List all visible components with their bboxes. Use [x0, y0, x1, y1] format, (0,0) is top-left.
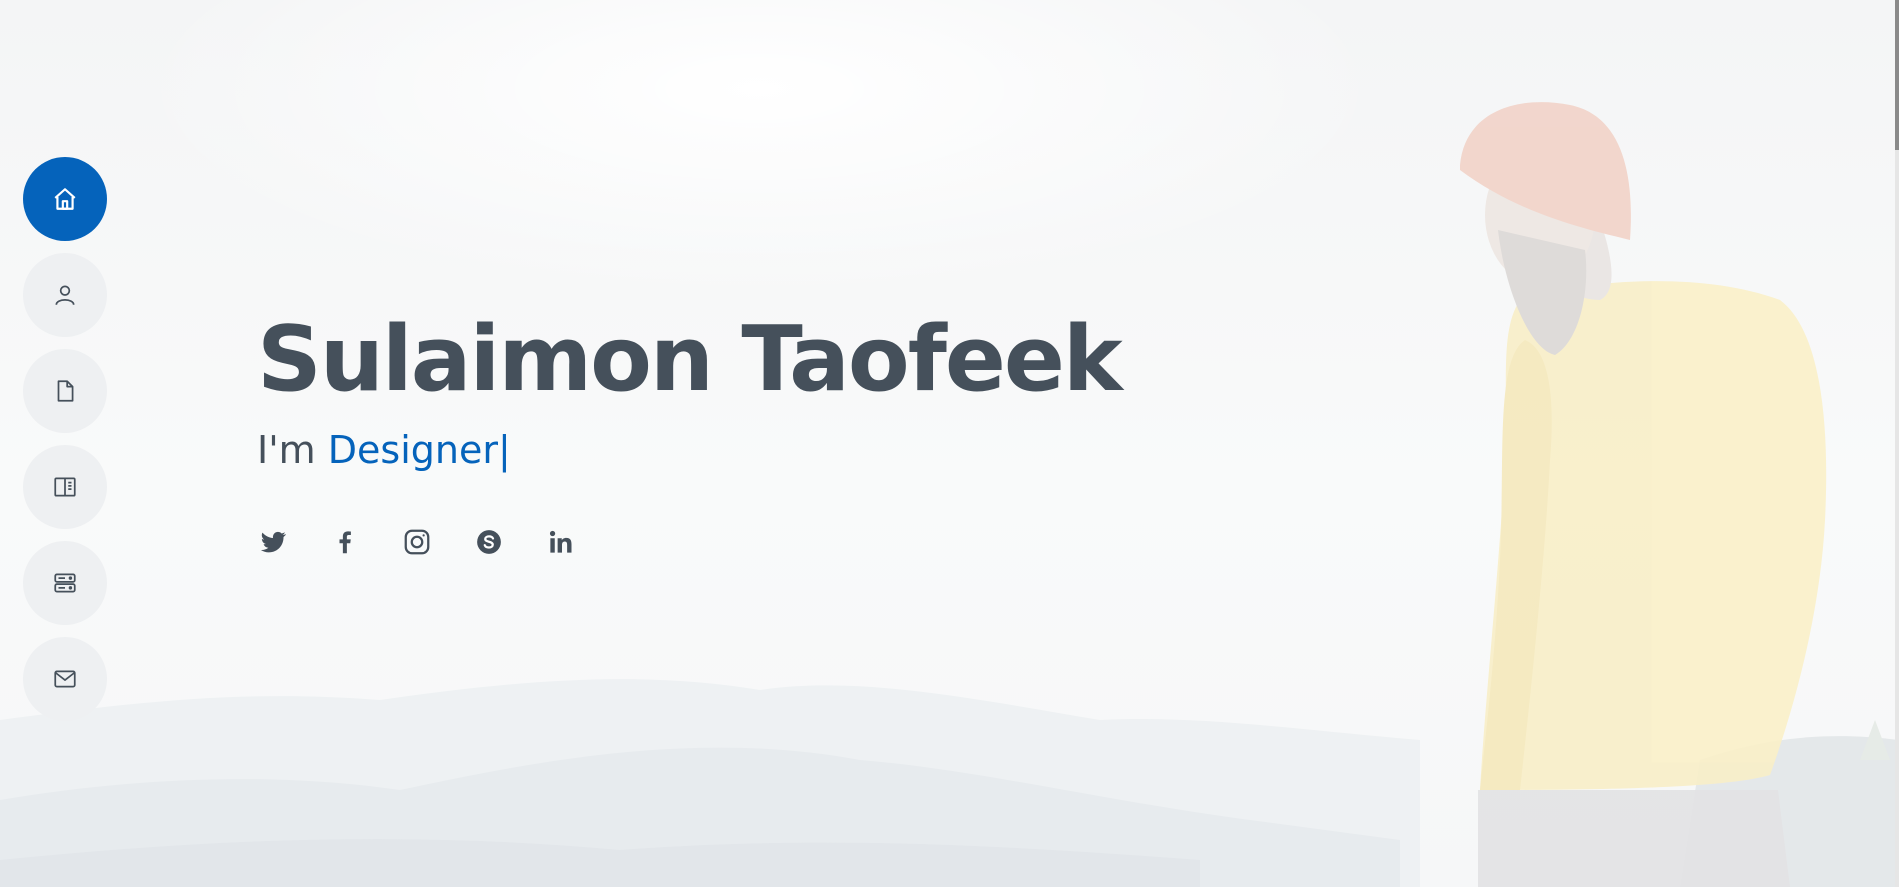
social-links [258, 527, 576, 557]
facebook-link[interactable] [330, 527, 360, 557]
book-half-icon [54, 477, 76, 497]
nav-services-button[interactable] [23, 541, 107, 625]
hero-subtitle: I'm Designer| [257, 427, 1121, 473]
file-icon [57, 380, 74, 402]
nav-about-button[interactable] [23, 253, 107, 337]
hero-typed-role: Designer [327, 428, 498, 472]
typed-cursor: | [497, 428, 511, 472]
nav-resume-button[interactable] [23, 349, 107, 433]
home-icon [54, 188, 76, 210]
page-scrollbar[interactable] [1895, 0, 1899, 887]
instagram-link[interactable] [402, 527, 432, 557]
skype-icon [477, 530, 501, 554]
skype-link[interactable] [474, 527, 504, 557]
side-nav [23, 157, 107, 721]
linkedin-icon [549, 530, 572, 553]
twitter-icon [260, 531, 286, 553]
facebook-icon [339, 531, 351, 554]
hero-prefix: I'm [257, 428, 328, 472]
linkedin-link[interactable] [546, 527, 576, 557]
envelope-icon [54, 670, 76, 688]
page: Sulaimon Taofeek I'm Designer| [0, 0, 1899, 887]
hero-section: Sulaimon Taofeek I'm Designer| [257, 305, 1123, 473]
server-icon [54, 573, 76, 593]
nav-portfolio-button[interactable] [23, 445, 107, 529]
person-icon [55, 285, 75, 306]
nav-contact-button[interactable] [23, 637, 107, 721]
scrollbar-thumb[interactable] [1895, 0, 1899, 150]
nav-home-button[interactable] [23, 157, 107, 241]
hero-name: Sulaimon Taofeek [257, 307, 1123, 412]
twitter-link[interactable] [258, 527, 288, 557]
instagram-icon [404, 529, 430, 555]
